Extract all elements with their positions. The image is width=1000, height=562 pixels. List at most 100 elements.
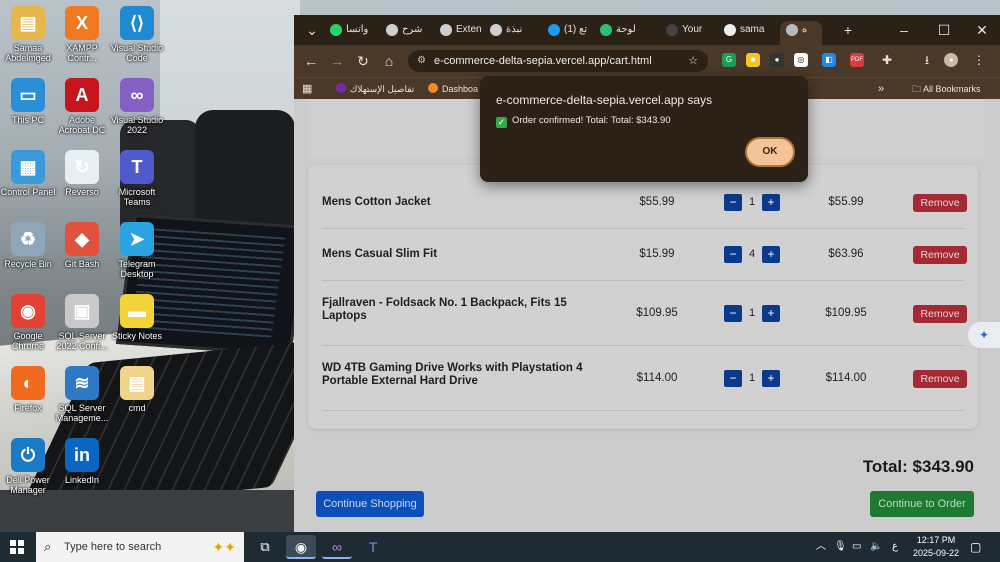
all-bookmarks-button[interactable]: 🗀 All Bookmarks [912,81,981,97]
desktop-icon[interactable]: ⟨⟩ Visual Studio Code [109,6,165,63]
forward-icon[interactable]: → [328,52,346,70]
minimize-button[interactable]: – [890,21,918,39]
desktop-icon-label: Google Chrome [11,331,44,351]
bookmark-item[interactable]: تفاصيل الإستهلاك [336,81,414,97]
desktop-icon[interactable]: ◉ Google Chrome [0,294,56,351]
browser-tab[interactable]: لوحة [594,21,658,45]
desktop-icon[interactable]: ◐ Firefox [0,366,56,413]
maximize-button[interactable]: ☐ [930,21,958,39]
taskbar-teams-icon[interactable]: T [358,535,388,559]
start-button[interactable] [10,540,24,554]
desktop-icon[interactable]: ▭ This PC [0,78,56,125]
address-bar[interactable]: ⚙ e-commerce-delta-sepia.vercel.app/cart… [408,50,708,72]
vscode-icon: ⟨⟩ [120,6,154,40]
whatsapp-icon [330,24,342,36]
desktop-icon[interactable]: ↻ Reverso [54,150,110,197]
decrease-quantity-button[interactable]: − [724,194,742,211]
grammarly-icon[interactable]: G [722,53,736,67]
desktop-icon[interactable]: ➤ Telegram Desktop [109,222,165,279]
extension-icon[interactable]: ■ [746,53,760,67]
side-panel-toggle-icon[interactable]: ✦ [968,322,1000,348]
download-icon[interactable]: ⭳ [920,53,934,67]
increase-quantity-button[interactable]: + [762,194,780,211]
browser-tab[interactable]: نبذة [484,21,540,45]
browser-tab[interactable]: (1) تع [542,21,592,45]
chatgpt-icon [490,24,502,36]
remove-button[interactable]: Remove [913,194,967,212]
desktop-icon[interactable]: ∞ Visual Studio 2022 [109,78,165,135]
desktop-icon[interactable]: A Adobe Acrobat DC [54,78,110,135]
notifications-icon[interactable]: ▢ [970,532,981,562]
remove-button[interactable]: Remove [913,370,967,388]
reload-icon[interactable]: ↻ [354,52,372,70]
product-price: $55.99 [639,196,675,208]
browser-tab[interactable]: Your [660,21,716,45]
taskbar-chrome-icon[interactable]: ◉ [286,535,316,559]
desktop-icon[interactable]: ≋ SQL Server Manageme... [54,366,110,423]
taskbar-visual-studio-icon[interactable]: ∞ [322,535,352,559]
extensions-puzzle-icon[interactable]: ✚ [880,53,894,67]
browser-tab[interactable]: sama [718,21,778,45]
desktop-icon-label: SQL Server Manageme... [55,403,109,423]
increase-quantity-button[interactable]: + [762,370,780,387]
site-info-icon[interactable]: ⚙ [417,50,426,72]
volume-icon[interactable]: 🔈 [870,532,882,562]
decrease-quantity-button[interactable]: − [724,370,742,387]
desktop-icon[interactable]: ▤ Samaa Abdelmged [0,6,56,63]
back-icon[interactable]: ← [302,52,320,70]
desktop-icon[interactable]: ♻ Recycle Bin [0,222,56,269]
browser-tab[interactable]: Exten [434,21,482,45]
desktop-icon[interactable]: ◆ Git Bash [54,222,110,269]
we-icon [336,83,346,93]
desktop-icon[interactable]: ▬ Sticky Notes [109,294,165,341]
extension-icon[interactable]: ● [770,53,784,67]
bookmark-item[interactable]: Dashboa [428,81,478,97]
extension-icon[interactable]: ◧ [822,53,836,67]
desktop-icon-label: Control Panel [0,187,56,197]
input-language[interactable]: ع [892,532,898,562]
apps-grid-icon[interactable]: ▦ [302,81,312,97]
continue-shopping-button[interactable]: Continue Shopping [316,491,424,517]
new-tab-button[interactable]: + [834,21,862,39]
browser-tab-label: نبذة [506,24,523,35]
task-view-icon[interactable]: ⧉ [250,535,280,559]
taskbar-search-input[interactable]: ⌕ Type here to search ✦✦ [36,532,244,562]
desktop-icon[interactable]: ▦ Control Panel [0,150,56,197]
bookmark-star-icon[interactable]: ☆ [688,50,698,72]
decrease-quantity-button[interactable]: − [724,305,742,322]
desktop-icon[interactable]: ▣ SQL Server 2022 Confi... [54,294,110,351]
product-price: $15.99 [639,248,675,260]
profile-avatar[interactable]: ◕ [944,53,958,67]
browser-tab[interactable]: واتسا [324,21,378,45]
home-icon[interactable]: ⌂ [380,52,398,70]
tray-chevron-icon[interactable]: ︿ [816,532,826,562]
desktop-icon[interactable]: in LinkedIn [54,438,110,485]
menu-icon[interactable]: ⋮ [972,53,986,67]
chatgpt-icon [386,24,398,36]
increase-quantity-button[interactable]: + [762,246,780,263]
browser-tab[interactable]: ه [780,21,822,45]
checkmark-icon: ✓ [496,117,507,128]
more-bookmarks-icon[interactable]: » [878,81,884,97]
desktop-icon[interactable]: ⏻ Dell Power Manager [0,438,56,495]
increase-quantity-button[interactable]: + [762,305,780,322]
close-window-button[interactable]: ✕ [968,21,996,39]
control-panel-icon: ▦ [11,150,45,184]
desktop-icon[interactable]: T Microsoft Teams [109,150,165,207]
desktop-icon[interactable]: X XAMPP Contr... [54,6,110,63]
microphone-icon[interactable]: 🎙 [834,532,847,562]
tab-search-icon[interactable]: ⌄ [298,21,326,39]
continue-to-order-button[interactable]: Continue to Order [870,491,974,517]
clock[interactable]: 12:17 PM 2025-09-22 [906,534,966,560]
network-icon[interactable]: ▭ [852,532,861,562]
decrease-quantity-button[interactable]: − [724,246,742,263]
desktop-icon[interactable]: ▤ cmd [109,366,165,413]
remove-button[interactable]: Remove [913,305,967,323]
dialog-ok-button[interactable]: OK [745,137,795,167]
search-icon: ⌕ [44,539,52,554]
desktop-icon-label: Sticky Notes [111,331,162,341]
extension-icon[interactable]: ◎ [794,53,808,67]
browser-tab[interactable]: شرح [380,21,432,45]
remove-button[interactable]: Remove [913,246,967,264]
pdf-extension-icon[interactable]: PDF [850,53,864,67]
